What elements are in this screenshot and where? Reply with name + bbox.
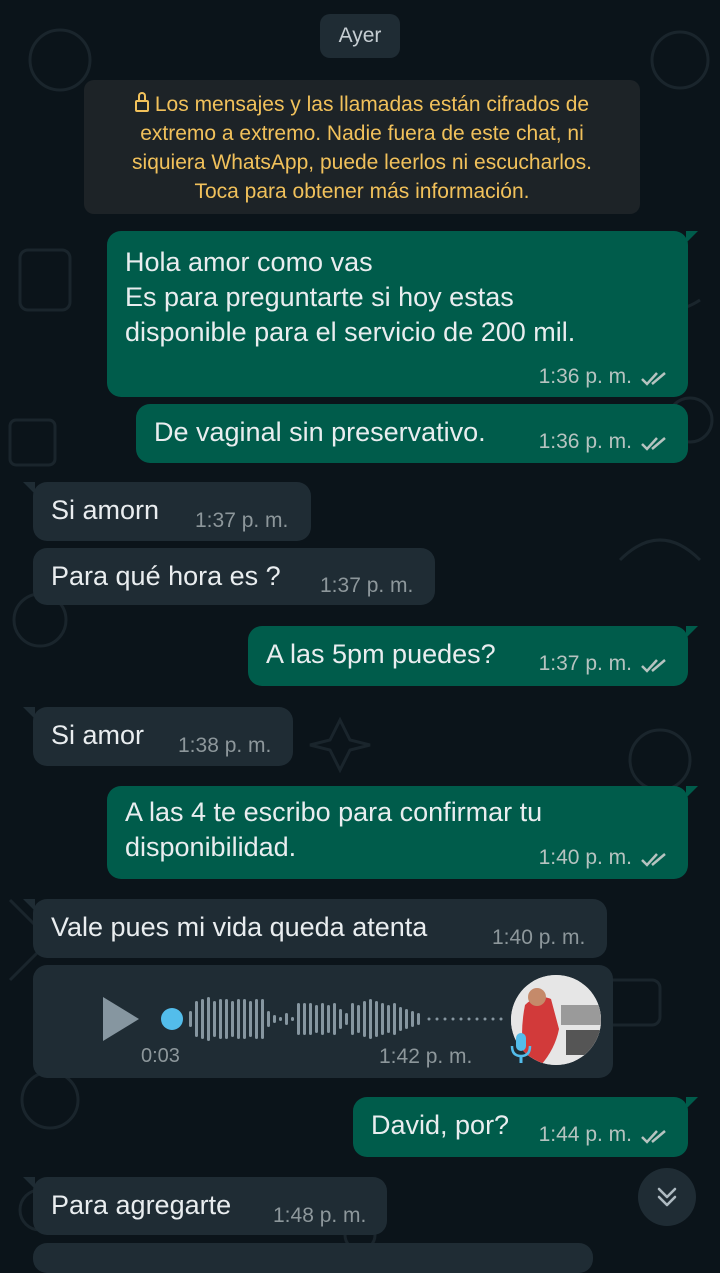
message-incoming-partial[interactable] — [33, 1243, 593, 1273]
message-outgoing[interactable]: De vaginal sin preservativo. 1:36 p. m. — [136, 404, 688, 463]
encryption-notice-line-2: extremo a extremo. Nadie fuera de este c… — [140, 122, 584, 145]
double-check-icon — [640, 434, 670, 451]
message-incoming[interactable]: Vale pues mi vida queda atenta 1:40 p. m… — [23, 899, 607, 958]
message-text: Si amorn — [51, 495, 160, 525]
message-text: Si amor — [51, 720, 145, 750]
message-outgoing[interactable]: A las 5pm puedes? 1:37 p. m. — [248, 626, 698, 686]
double-check-icon — [640, 369, 670, 386]
message-outgoing[interactable]: David, por? 1:44 p. m. — [353, 1097, 698, 1157]
encryption-notice-line-3: siquiera WhatsApp, puede leerlos ni escu… — [132, 151, 592, 174]
message-text: Vale pues mi vida queda atenta — [51, 912, 428, 942]
message-text: David, por? — [371, 1110, 510, 1140]
double-check-icon — [640, 1127, 670, 1144]
message-time: 1:36 p. m. — [538, 430, 632, 453]
message-incoming[interactable]: Para agregarte 1:48 p. m. — [23, 1177, 387, 1235]
voice-message[interactable]: 0:03 1:42 p. m. — [33, 965, 613, 1078]
scroll-to-bottom-button[interactable] — [638, 1168, 696, 1226]
message-text: A las 5pm puedes? — [266, 639, 496, 669]
message-outgoing[interactable]: A las 4 te escribo para confirmar tu dis… — [107, 786, 698, 879]
encryption-notice-line-1: Los mensajes y las llamadas están cifrad… — [154, 93, 590, 116]
voice-duration: 0:03 — [141, 1045, 180, 1067]
message-time: 1:38 p. m. — [178, 734, 272, 757]
message-incoming[interactable]: Si amor 1:38 p. m. — [23, 707, 293, 766]
message-time: 1:40 p. m. — [538, 846, 632, 869]
date-separator: Ayer — [320, 14, 400, 58]
message-text: Hola amor como vas Es para preguntarte s… — [125, 247, 576, 347]
play-icon[interactable] — [103, 997, 139, 1041]
message-time: 1:40 p. m. — [492, 926, 586, 949]
encryption-notice[interactable]: Los mensajes y las llamadas están cifrad… — [84, 80, 640, 214]
double-chevron-down-icon — [657, 1187, 677, 1207]
message-time: 1:37 p. m. — [195, 509, 289, 532]
message-time: 1:48 p. m. — [273, 1204, 367, 1227]
message-incoming[interactable]: Si amorn 1:37 p. m. — [23, 482, 311, 541]
message-time: 1:37 p. m. — [538, 652, 632, 675]
voice-waveform[interactable] — [185, 991, 515, 1047]
message-text: De vaginal sin preservativo. — [154, 417, 486, 447]
microphone-icon — [510, 1033, 532, 1063]
message-time: 1:37 p. m. — [320, 574, 414, 597]
encryption-notice-line-4: Toca para obtener más información. — [194, 180, 530, 203]
message-text: Para agregarte — [51, 1190, 232, 1220]
message-outgoing[interactable]: Hola amor como vas Es para preguntarte s… — [107, 231, 698, 397]
double-check-icon — [640, 656, 670, 673]
lock-icon — [134, 92, 149, 112]
double-check-icon — [640, 850, 670, 867]
message-text: A las 4 te escribo para confirmar tu dis… — [125, 797, 543, 862]
message-incoming[interactable]: Para qué hora es ? 1:37 p. m. — [33, 548, 435, 605]
message-time: 1:42 p. m. — [379, 1045, 473, 1068]
playback-position-handle[interactable] — [161, 1008, 183, 1030]
message-time: 1:36 p. m. — [538, 365, 632, 388]
message-time: 1:44 p. m. — [538, 1123, 632, 1146]
message-text: Para qué hora es ? — [51, 561, 281, 591]
